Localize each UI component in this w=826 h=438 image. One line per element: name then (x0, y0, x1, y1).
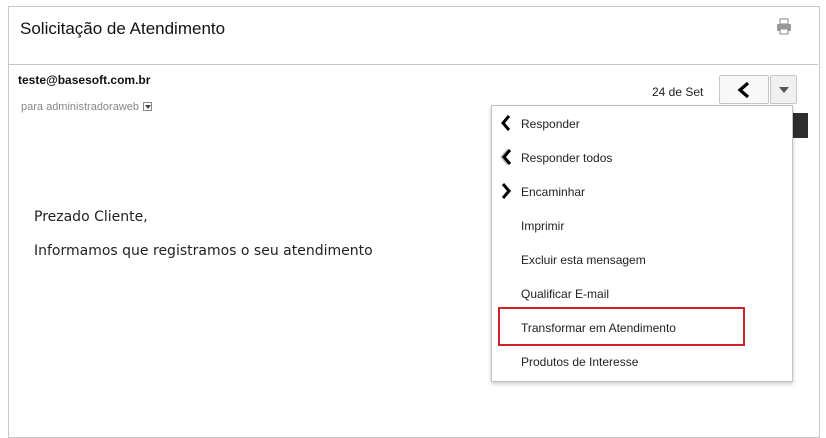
menu-item-label: Responder (521, 117, 580, 131)
forward-icon (501, 183, 511, 199)
highlight-annotation (498, 307, 745, 346)
menu-item-label: Imprimir (521, 219, 565, 233)
menu-item-label: Produtos de Interesse (521, 355, 639, 369)
menu-item-encaminhar[interactable]: Encaminhar (492, 176, 792, 206)
reply-icon (501, 115, 511, 131)
sender-email[interactable]: teste@basesoft.com.br (18, 73, 150, 87)
menu-item-label: Qualificar E-mail (521, 287, 610, 301)
menu-item-produtos[interactable]: Produtos de Interesse (492, 346, 792, 376)
more-actions-button[interactable] (770, 75, 797, 104)
reply-button[interactable] (719, 75, 769, 104)
body-paragraph: Informamos que registramos o seu atendim… (34, 243, 373, 259)
reply-all-icon (500, 149, 512, 165)
menu-item-qualificar[interactable]: Qualificar E-mail (492, 278, 792, 308)
printer-icon[interactable] (776, 18, 792, 36)
recipient-details-toggle-icon[interactable] (143, 102, 153, 111)
header-divider (9, 64, 818, 65)
body-greeting: Prezado Cliente, (34, 209, 148, 225)
menu-item-responder-todos[interactable]: Responder todos (492, 142, 792, 172)
menu-item-label: Responder todos (521, 151, 613, 165)
recipient-line: para administradoraweb (21, 101, 153, 113)
recipient-label: para administradoraweb (21, 101, 140, 113)
message-subject: Solicitação de Atendimento (20, 19, 226, 38)
menu-item-imprimir[interactable]: Imprimir (492, 210, 792, 240)
menu-item-label: Encaminhar (521, 185, 586, 199)
menu-item-responder[interactable]: Responder (492, 108, 792, 138)
chevron-left-icon (737, 82, 750, 98)
menu-item-excluir[interactable]: Excluir esta mensagem (492, 244, 792, 274)
menu-item-label: Excluir esta mensagem (521, 253, 646, 267)
message-date: 24 de Set (652, 85, 704, 99)
